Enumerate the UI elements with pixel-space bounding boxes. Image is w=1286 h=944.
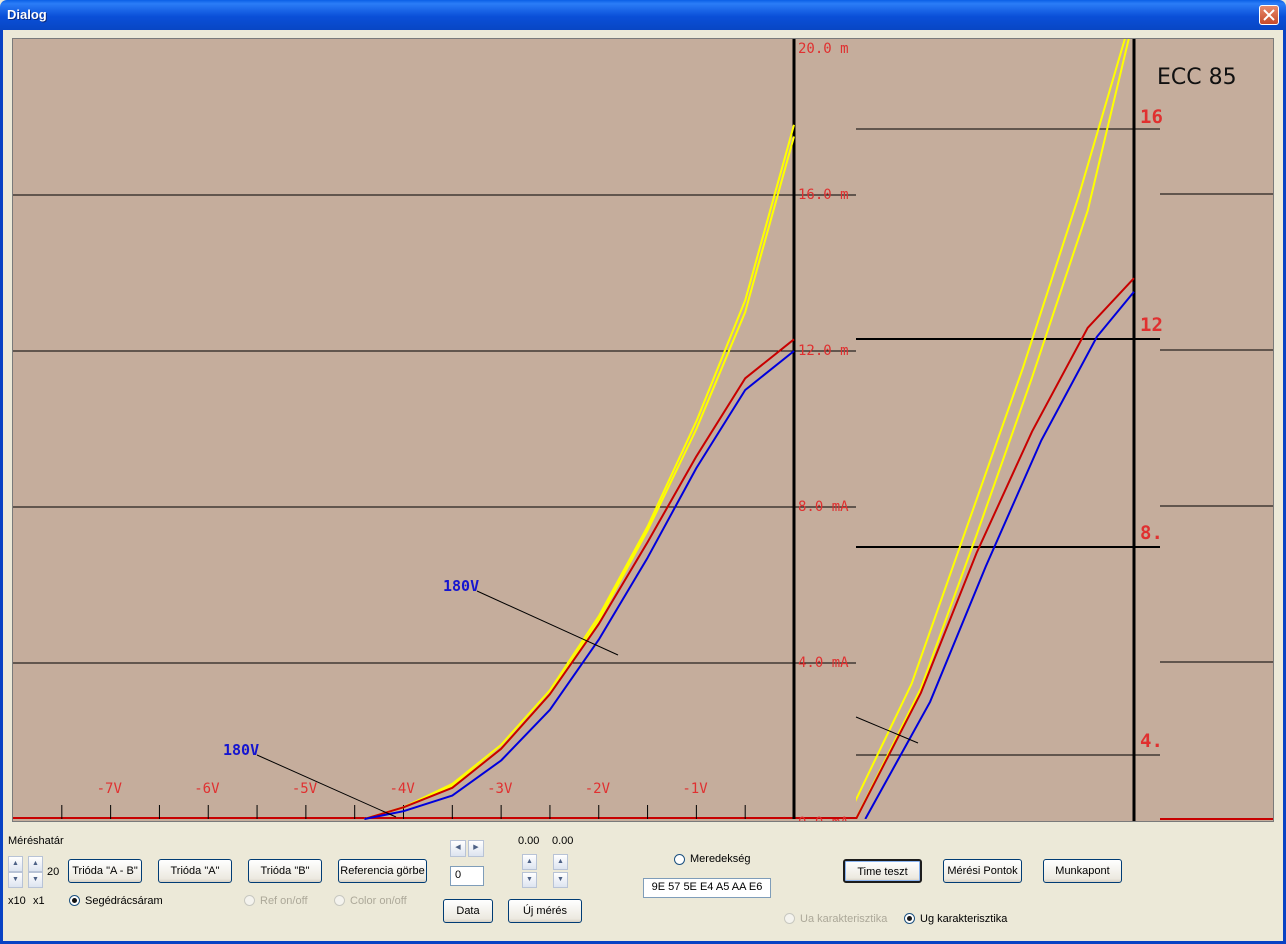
ref-onoff-label: Ref on/off: [260, 895, 308, 907]
meredekseg-radio[interactable]: [674, 854, 685, 865]
y-tick-label: 8.0 mA: [798, 499, 849, 515]
trioda-ab-button[interactable]: Trióda "A - B": [68, 859, 142, 883]
plot-area: -7V -6V -5V -4V -3V -2V -1V 0.0 mA 4.0 mA 8.0 mA 1…: [12, 38, 1274, 822]
trioda-a-button[interactable]: Trióda "A": [158, 859, 232, 883]
segedracsaram-radio[interactable]: [69, 895, 80, 906]
value-1-down-icon[interactable]: ▼: [522, 872, 537, 888]
x1-label: x1: [33, 895, 45, 907]
window-frame-left: [0, 30, 3, 944]
value-2: 0.00: [552, 835, 574, 847]
y-tick-label: 20.0 m: [798, 41, 849, 57]
value-1: 0.00: [518, 835, 540, 847]
x10-label: x10: [8, 895, 26, 907]
range-up-2-icon[interactable]: ▲: [28, 856, 43, 872]
hex-value-field[interactable]: 9E 57 5E E4 A5 AA E6: [643, 878, 771, 898]
annotation-label: 180V: [443, 577, 479, 595]
referencia-gorbe-button[interactable]: Referencia görbe: [338, 859, 427, 883]
ua-karakterisztika-label: Ua karakterisztika: [800, 913, 888, 925]
ug-karakterisztika-radio[interactable]: [904, 913, 915, 924]
window-title: Dialog: [7, 7, 47, 22]
ua-karakterisztika-radio[interactable]: [784, 913, 795, 924]
characteristic-plot: -7V -6V -5V -4V -3V -2V -1V 0.0 mA 4.0 mA 8.0 mA 1…: [13, 39, 1273, 821]
zoom-y-tick-label: 16: [1140, 106, 1163, 128]
ref-onoff-radio[interactable]: [244, 895, 255, 906]
ug-karakterisztika-label: Ug karakterisztika: [920, 913, 1008, 925]
range-up-1-icon[interactable]: ▲: [8, 856, 23, 872]
title-bar: Dialog: [0, 0, 1286, 30]
time-teszt-button[interactable]: Time teszt: [843, 859, 922, 883]
x-tick-label: -1V: [682, 781, 708, 797]
x-tick-label: -2V: [585, 781, 611, 797]
nav-value-input[interactable]: 0: [450, 866, 484, 886]
meredekseg-label: Meredekség: [690, 853, 751, 865]
segedracsaram-label: Segédrácsáram: [85, 895, 163, 907]
data-button[interactable]: Data: [443, 899, 493, 923]
munkapont-button[interactable]: Munkapont: [1043, 859, 1122, 883]
prev-arrow-icon[interactable]: ◀: [450, 840, 466, 857]
meresi-pontok-button[interactable]: Mérési Pontok: [943, 859, 1022, 883]
y-tick-label: 12.0 m: [798, 343, 849, 359]
x-tick-label: -6V: [194, 781, 220, 797]
y-tick-label: 16.0 m: [798, 187, 849, 203]
trioda-b-button[interactable]: Trióda "B": [248, 859, 322, 883]
x-tick-label: -3V: [487, 781, 513, 797]
range-down-1-icon[interactable]: ▼: [8, 872, 23, 888]
mereshatar-label: Méréshatár: [8, 835, 64, 847]
zoom-y-tick-label: 4.: [1140, 730, 1163, 752]
x-tick-label: -7V: [97, 781, 123, 797]
color-onoff-radio[interactable]: [334, 895, 345, 906]
zoom-y-tick-label: 8.: [1140, 522, 1163, 544]
range-value: 20: [47, 866, 60, 878]
zoom-y-tick-label: 12: [1140, 314, 1163, 336]
value-1-up-icon[interactable]: ▲: [522, 854, 537, 870]
y-tick-label: 4.0 mA: [798, 655, 849, 671]
color-onoff-label: Color on/off: [350, 895, 407, 907]
x-tick-label: -5V: [292, 781, 318, 797]
uj-meres-button[interactable]: Új mérés: [508, 899, 582, 923]
y-tick-label: 0.0 mA: [798, 815, 849, 821]
range-down-2-icon[interactable]: ▼: [28, 872, 43, 888]
annotation-label: 180V: [223, 741, 259, 759]
value-2-up-icon[interactable]: ▲: [553, 854, 568, 870]
x-tick-label: -4V: [390, 781, 416, 797]
close-icon[interactable]: [1259, 5, 1279, 25]
tube-type-title: ECC 85: [1157, 65, 1237, 90]
next-arrow-icon[interactable]: ▶: [468, 840, 484, 857]
value-2-down-icon[interactable]: ▼: [553, 872, 568, 888]
